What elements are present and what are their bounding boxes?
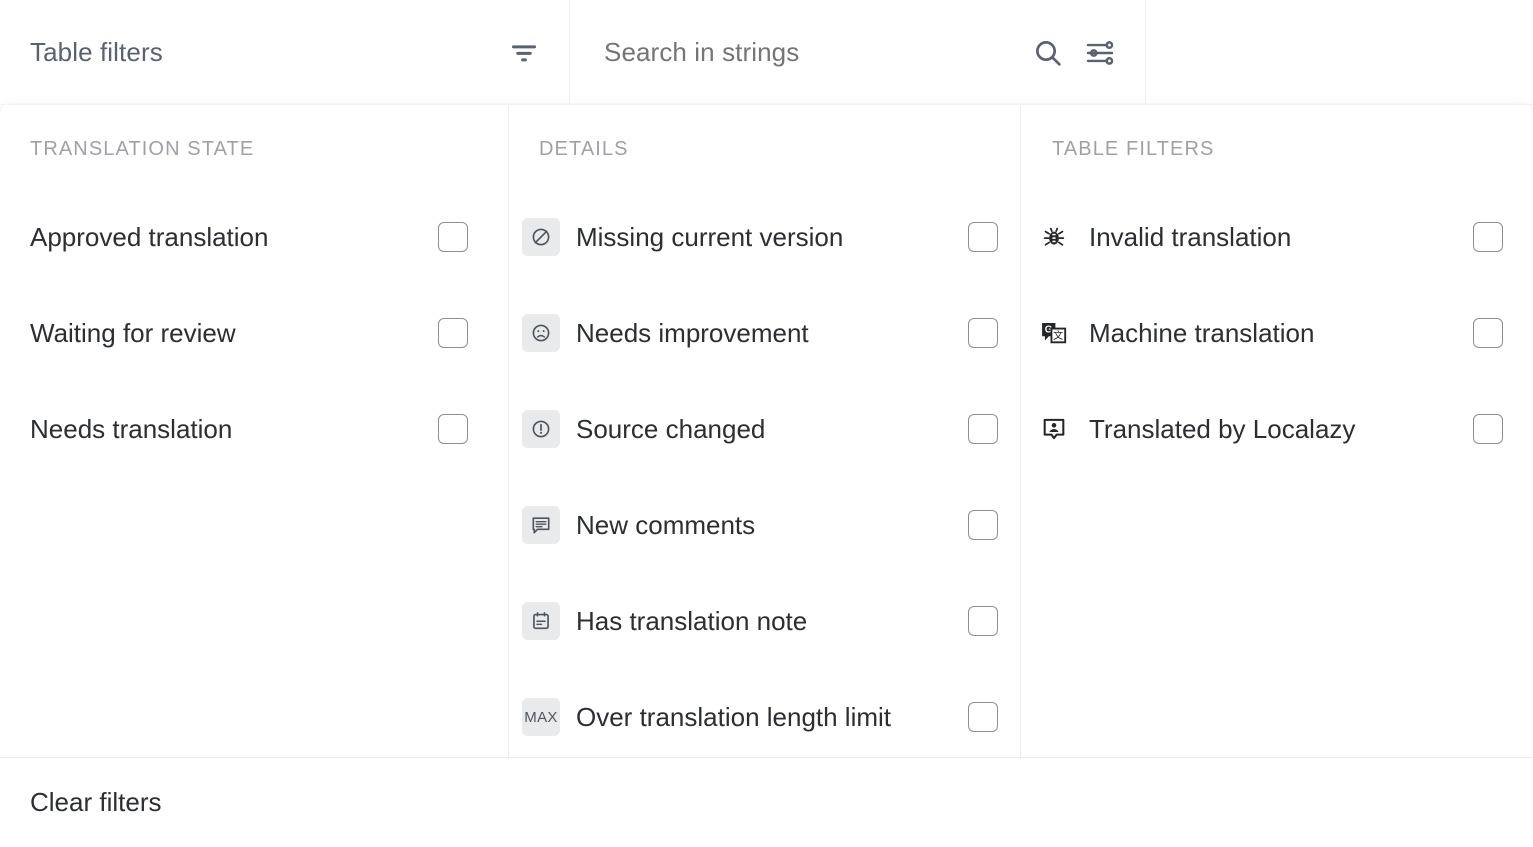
filter-option-needs-translation[interactable]: Needs translation [30,381,468,477]
person-card-icon [1035,410,1073,448]
filter-option-label: New comments [576,510,954,541]
column-title: TABLE FILTERS [1035,138,1503,161]
filter-option-label: Source changed [576,414,954,445]
panel-footer: Clear filters [0,758,1533,846]
filter-option-checkbox[interactable] [438,222,468,252]
filter-columns: TRANSLATION STATE Approved translation W… [0,104,1533,758]
filter-option-machine-translation[interactable]: G 文 Machine translation [1035,285,1503,381]
filter-option-checkbox[interactable] [1473,222,1503,252]
filter-option-checkbox[interactable] [968,318,998,348]
column-translation-state: TRANSLATION STATE Approved translation W… [0,104,509,757]
filter-option-label: Machine translation [1089,318,1459,349]
filter-option-label: Has translation note [576,606,954,637]
max-badge-text: MAX [524,709,557,726]
filter-option-label: Waiting for review [30,318,424,349]
column-table-filters: TABLE FILTERS [1021,104,1533,757]
note-icon [522,602,560,640]
filter-option-waiting-for-review[interactable]: Waiting for review [30,285,468,381]
svg-text:文: 文 [1053,329,1063,342]
filter-option-checkbox[interactable] [968,606,998,636]
filter-option-label: Needs translation [30,414,424,445]
column-title: TRANSLATION STATE [30,138,468,161]
search-field-container[interactable] [570,0,1146,105]
no-entry-slash-icon [522,218,560,256]
filter-option-checkbox[interactable] [438,318,468,348]
filter-option-checkbox[interactable] [968,222,998,252]
filter-option-invalid-translation[interactable]: Invalid translation [1035,189,1503,285]
column-title: DETAILS [522,138,998,161]
max-badge-icon: MAX [522,698,560,736]
filter-option-label: Approved translation [30,222,424,253]
exclamation-circle-icon [522,410,560,448]
bug-icon [1035,218,1073,256]
filters-panel-screen: Table filters [0,0,1533,847]
filter-option-checkbox[interactable] [1473,414,1503,444]
filters-dropdown-panel: TRANSLATION STATE Approved translation W… [0,104,1533,847]
filter-option-source-changed[interactable]: Source changed [522,381,998,477]
table-filters-label: Table filters [30,37,163,68]
column-details: DETAILS Missing current version [509,104,1021,757]
filter-option-checkbox[interactable] [968,414,998,444]
filter-option-new-comments[interactable]: New comments [522,477,998,573]
filter-option-checkbox[interactable] [1473,318,1503,348]
top-toolbar: Table filters [0,0,1533,105]
filter-option-checkbox[interactable] [968,702,998,732]
filter-option-label: Missing current version [576,222,954,253]
filter-option-approved-translation[interactable]: Approved translation [30,189,468,285]
filter-option-label: Needs improvement [576,318,954,349]
google-translate-icon: G 文 [1035,314,1073,352]
filter-option-label: Translated by Localazy [1089,414,1459,445]
clear-filters-button[interactable]: Clear filters [30,787,161,818]
tune-sliders-icon[interactable] [1083,36,1117,70]
toolbar-spacer [1146,0,1533,105]
search-actions [1031,36,1117,70]
sad-face-icon [522,314,560,352]
filter-list-icon[interactable] [507,36,541,70]
filter-option-needs-improvement[interactable]: Needs improvement [522,285,998,381]
filter-option-missing-current-version[interactable]: Missing current version [522,189,998,285]
filter-option-over-translation-length-limit[interactable]: MAX Over translation length limit [522,669,998,765]
filter-option-label: Over translation length limit [576,702,954,733]
table-filters-trigger[interactable]: Table filters [0,0,570,105]
filter-option-has-translation-note[interactable]: Has translation note [522,573,998,669]
filter-option-checkbox[interactable] [438,414,468,444]
comment-icon [522,506,560,544]
filter-option-label: Invalid translation [1089,222,1459,253]
filter-option-checkbox[interactable] [968,510,998,540]
search-icon[interactable] [1031,36,1065,70]
filter-option-translated-by-localazy[interactable]: Translated by Localazy [1035,381,1503,477]
search-input[interactable] [604,37,944,68]
